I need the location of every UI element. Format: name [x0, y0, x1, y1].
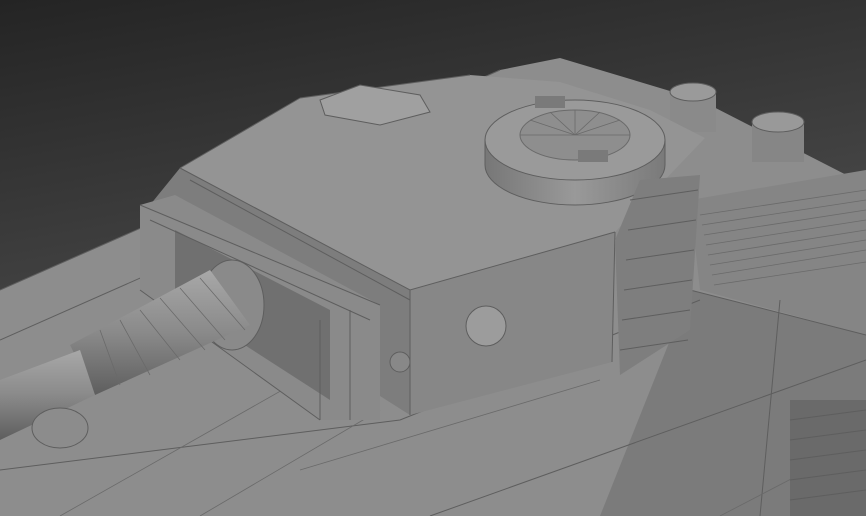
3d-viewport[interactable] [0, 0, 866, 516]
tank-model-render [0, 0, 866, 516]
track-links [789, 400, 866, 516]
pistol-port [465, 305, 507, 347]
